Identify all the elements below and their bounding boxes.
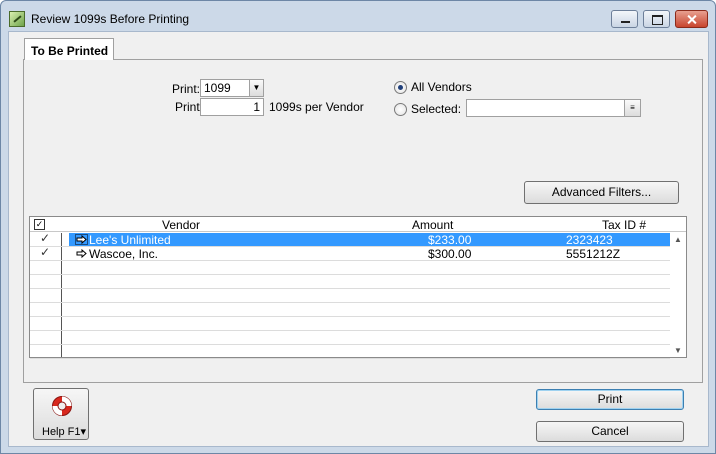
copies-input[interactable]: 1 <box>200 98 264 116</box>
table-row[interactable]: ✓ Lee's Unlimited $233.00 2323423 <box>30 231 670 247</box>
column-header-tax-id[interactable]: Tax ID # <box>602 218 646 232</box>
all-vendors-label[interactable]: All Vendors <box>411 80 472 94</box>
selected-vendors-field[interactable]: ≡ <box>466 99 641 117</box>
table-row[interactable]: ✓ Wascoe, Inc. $300.00 5551212Z <box>30 245 670 261</box>
copies-value: 1 <box>253 100 260 114</box>
maximize-button[interactable] <box>643 10 670 28</box>
window-title: Review 1099s Before Printing <box>31 12 190 26</box>
title-bar[interactable]: Review 1099s Before Printing <box>1 1 715 33</box>
table-row <box>30 345 670 359</box>
table-row <box>30 275 670 289</box>
form-type-select[interactable]: 1099 ▼ <box>200 79 264 97</box>
help-button[interactable]: Help F1▾ <box>33 388 89 440</box>
vendor-grid: ✓ Vendor Amount Tax ID # ✓ Lee's Unlimit… <box>29 216 687 359</box>
minimize-button[interactable] <box>611 10 638 28</box>
table-row <box>30 289 670 303</box>
chevron-down-icon: ▾ <box>80 426 87 438</box>
vendor-amount: $300.00 <box>428 247 472 261</box>
advanced-filters-button[interactable]: Advanced Filters... <box>524 181 679 204</box>
vendor-tax-id: 2323423 <box>566 233 613 247</box>
selected-vendors-label[interactable]: Selected: <box>411 102 461 116</box>
row-check-icon[interactable]: ✓ <box>40 231 50 245</box>
tab-to-be-printed[interactable]: To Be Printed <box>24 38 114 60</box>
lifebuoy-icon <box>52 396 72 416</box>
arrow-right-icon <box>76 248 87 259</box>
table-row <box>30 303 670 317</box>
cancel-button[interactable]: Cancel <box>536 421 684 442</box>
table-row <box>30 331 670 345</box>
dialog-window: Review 1099s Before Printing To Be Print… <box>0 0 716 454</box>
vendor-amount: $233.00 <box>428 233 472 247</box>
grid-header: ✓ Vendor Amount Tax ID # <box>30 217 686 232</box>
close-button[interactable] <box>675 10 708 28</box>
vendor-name: Wascoe, Inc. <box>89 247 158 261</box>
scroll-up-icon[interactable]: ▲ <box>674 235 682 244</box>
list-icon[interactable]: ≡ <box>624 100 640 116</box>
vendor-tax-id: 5551212Z <box>566 247 621 261</box>
row-check-icon[interactable]: ✓ <box>40 245 50 259</box>
help-label-text: Help F1 <box>42 426 81 438</box>
select-all-checkbox[interactable]: ✓ <box>34 219 45 230</box>
vendor-name: Lee's Unlimited <box>89 233 171 247</box>
arrow-right-icon <box>75 234 88 245</box>
tab-panel: Print: 1099 ▼ Print 1 1099s per Vendor A… <box>23 59 703 383</box>
chevron-down-icon[interactable]: ▼ <box>249 80 263 96</box>
dialog-body: To Be Printed Print: 1099 ▼ Print 1 1099… <box>8 31 709 447</box>
grid-rows: ✓ Lee's Unlimited $233.00 2323423 ✓ Wasc… <box>30 231 670 359</box>
all-vendors-radio[interactable] <box>394 81 407 94</box>
print-form-label: Print: <box>172 82 201 96</box>
form-type-value: 1099 <box>204 81 231 95</box>
column-header-amount[interactable]: Amount <box>412 218 453 232</box>
print-button[interactable]: Print <box>536 389 684 410</box>
scroll-down-icon[interactable]: ▼ <box>674 346 682 355</box>
table-row <box>30 261 670 275</box>
table-row <box>30 317 670 331</box>
print-copies-label: Print <box>175 100 200 114</box>
selected-vendors-radio[interactable] <box>394 103 407 116</box>
app-icon <box>9 11 25 27</box>
copies-suffix-label: 1099s per Vendor <box>269 100 364 114</box>
help-label: Help F1▾ <box>42 425 86 438</box>
column-header-vendor[interactable]: Vendor <box>162 218 200 232</box>
grid-scrollbar[interactable]: ▲ ▼ <box>670 233 686 357</box>
